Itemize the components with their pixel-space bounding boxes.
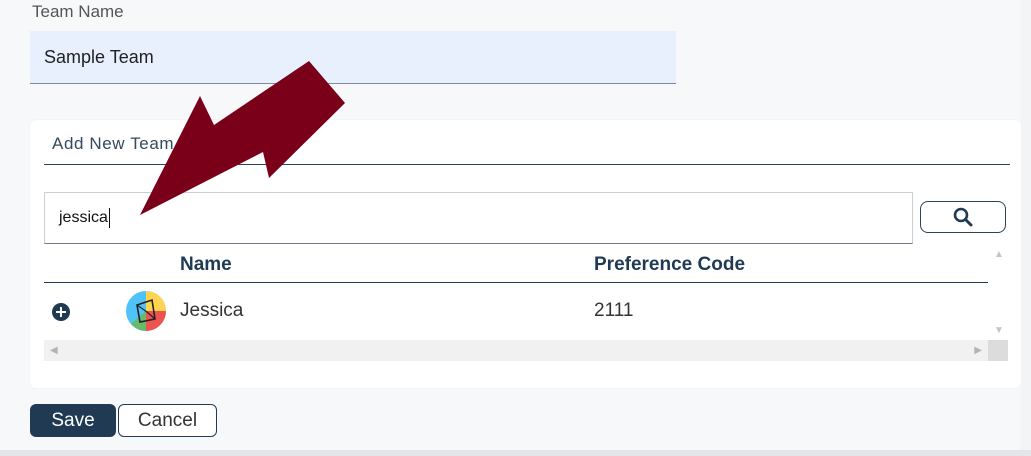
team-edit-page: Team Name Sample Team Add New Team Membe… xyxy=(0,0,1031,452)
team-name-label: Team Name xyxy=(32,2,124,21)
scroll-left-icon[interactable]: ◀ xyxy=(50,345,58,356)
team-name-input[interactable]: Sample Team xyxy=(30,31,676,84)
horizontal-scrollbar[interactable]: ◀ ▶ xyxy=(44,340,988,361)
member-preference-code: 2111 xyxy=(594,300,634,321)
add-circle-icon[interactable] xyxy=(52,303,70,321)
column-header-name[interactable]: Name xyxy=(180,254,232,276)
member-name: Jessica xyxy=(180,300,244,321)
member-search-input[interactable]: jessica xyxy=(44,192,913,244)
search-button[interactable] xyxy=(920,201,1006,233)
text-caret xyxy=(108,208,111,228)
cancel-button[interactable]: Cancel xyxy=(118,404,217,437)
scrollbar-corner xyxy=(988,340,1008,361)
table-row: Jessica 2111 xyxy=(44,283,988,340)
add-members-title: Add New Team Members xyxy=(52,134,255,153)
right-edge xyxy=(1021,0,1031,452)
add-members-card: Add New Team Members jessica Name Prefer… xyxy=(30,120,1021,388)
scroll-down-icon[interactable]: ▼ xyxy=(994,325,1004,336)
team-name-value: Sample Team xyxy=(44,46,154,67)
bottom-band xyxy=(0,450,1031,456)
divider xyxy=(44,164,1010,165)
save-button[interactable]: Save xyxy=(30,404,116,437)
vertical-scrollbar[interactable]: ▲ ▼ xyxy=(988,244,1008,340)
scroll-right-icon[interactable]: ▶ xyxy=(974,345,982,356)
column-header-preference-code[interactable]: Preference Code xyxy=(594,254,745,276)
grid-header: Name Preference Code xyxy=(44,244,988,283)
member-search-value: jessica xyxy=(59,209,108,226)
colorful-avatar-icon xyxy=(126,291,166,331)
member-results-grid: Name Preference Code Jessica 2111 ◀ ▶ ▲ … xyxy=(44,244,1008,364)
scroll-up-icon[interactable]: ▲ xyxy=(994,249,1004,260)
search-icon xyxy=(953,207,973,227)
